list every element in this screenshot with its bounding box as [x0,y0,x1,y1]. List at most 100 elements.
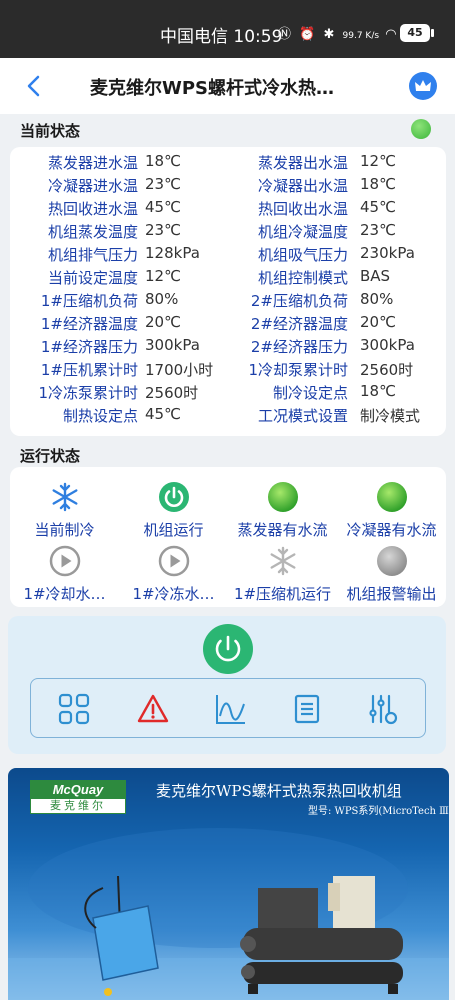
param-label: 热回收出水温 [257,200,348,218]
param-label: 机组控制模式 [257,269,348,287]
param-label: 1冷冻泵累计时 [38,384,138,402]
power-icon [215,635,241,662]
param-label: 2#经济器压力 [250,338,348,356]
alarm-icon: ⏰ [299,27,318,42]
param-value: 45℃ [360,198,396,216]
param-value: 80% [360,290,394,308]
param-row: 当前设定温度 12℃ 机组控制模式 BAS [10,267,446,290]
trend-chart-icon[interactable] [214,692,248,726]
net-speed: 99.7 K/s [342,31,380,41]
param-label: 机组蒸发温度 [47,223,138,241]
battery-icon: 45 [400,24,430,42]
param-row: 冷凝器进水温 23℃ 冷凝器出水温 18℃ [10,175,446,198]
param-label: 1#压机累计时 [40,361,138,379]
run-item-label: 当前制冷 [34,521,95,539]
param-row: 1#经济器温度 20℃ 2#经济器温度 20℃ [10,313,446,336]
run-item-label: 蒸发器有水流 [237,521,328,539]
warning-icon[interactable] [136,692,170,726]
param-row: 机组蒸发温度 23℃ 机组冷凝温度 23℃ [10,221,446,244]
param-value: 20℃ [145,313,181,331]
param-label: 1冷却泵累计时 [248,361,348,379]
param-value: 45℃ [145,405,181,423]
run-item-cooling-water-pump[interactable]: 1#冷却水… [10,545,119,609]
param-value: 制冷模式 [360,407,421,425]
param-label: 蒸发器出水温 [257,154,348,172]
param-row: 蒸发器进水温 18℃ 蒸发器出水温 12℃ [10,152,446,175]
run-item-evaporator-flow[interactable]: 蒸发器有水流 [228,481,337,545]
param-label: 当前设定温度 [47,269,138,287]
param-value: 128kPa [145,244,200,262]
param-label: 蒸发器进水温 [47,154,138,172]
param-value: 20℃ [360,313,396,331]
run-status-title: 运行状态 [20,447,81,465]
param-value: 18℃ [145,152,181,170]
run-item-compressor-running[interactable]: 1#压缩机运行 [228,545,337,609]
param-row: 1#经济器压力 300kPa 2#经济器压力 300kPa [10,336,446,359]
param-value: 12℃ [145,267,181,285]
param-label: 冷凝器进水温 [47,177,138,195]
param-label: 冷凝器出水温 [257,177,348,195]
online-status-indicator [411,119,431,139]
run-item-label: 冷凝器有水流 [346,521,437,539]
bluetooth-icon: ✱ [323,27,337,42]
param-row: 1冷冻泵累计时 2560时 制冷设定点 18℃ [10,382,446,405]
power-button[interactable] [203,624,253,674]
param-label: 制冷设定点 [272,384,348,402]
param-label: 1#经济器温度 [40,315,138,333]
page-title: 麦克维尔WPS螺杆式冷水热… [90,78,335,99]
param-value: BAS [360,267,391,285]
run-item-label: 机组报警输出 [346,585,437,603]
grid-icon[interactable] [57,692,91,726]
nfc-icon: Ⓝ [278,27,294,42]
parameter-panel: 蒸发器进水温 18℃ 蒸发器出水温 12℃ 冷凝器进水温 23℃ 冷凝器出水温 … [10,147,446,436]
param-value: 12℃ [360,152,396,170]
param-label: 机组冷凝温度 [257,223,348,241]
run-item-alarm-output[interactable]: 机组报警输出 [337,545,446,609]
param-label: 1#经济器压力 [40,338,138,356]
sliders-settings-icon[interactable] [366,692,400,726]
param-row: 制热设定点 45℃ 工况模式设置 制冷模式 [10,405,446,428]
document-icon[interactable] [290,692,324,726]
param-label: 机组吸气压力 [257,246,348,264]
param-row: 热回收进水温 45℃ 热回收出水温 45℃ [10,198,446,221]
battery-tip [431,29,434,37]
app-header: 麦克维尔WPS螺杆式冷水热… [0,58,455,114]
status-icons: Ⓝ ⏰ ✱ 99.7 K/s ◠ 5G [278,23,417,42]
run-item-chilled-water-pump[interactable]: 1#冷冻水… [119,545,228,609]
param-value: 230kPa [360,244,415,262]
param-label: 机组排气压力 [47,246,138,264]
param-row: 机组排气压力 128kPa 机组吸气压力 230kPa [10,244,446,267]
param-value: 80% [145,290,179,308]
run-item-label: 机组运行 [143,521,204,539]
run-item-condenser-flow[interactable]: 冷凝器有水流 [337,481,446,545]
chevron-left-icon[interactable] [22,74,46,98]
play-grey-icon [49,545,81,577]
param-value: 2560时 [360,361,414,379]
run-status-panel: 当前制冷 机组运行 蒸发器有水流 冷凝器有水流 1#冷却水… 1#冷冻水… 1#… [10,467,446,607]
param-value: 300kPa [145,336,200,354]
param-label: 热回收进水温 [47,200,138,218]
param-value: 18℃ [360,382,396,400]
run-item-cooling[interactable]: 当前制冷 [10,481,119,545]
param-label: 1#压缩机负荷 [40,292,138,310]
param-label: 工况模式设置 [257,407,348,425]
param-label: 2#经济器温度 [250,315,348,333]
green-light-icon [377,482,407,512]
run-item-label: 1#压缩机运行 [233,585,332,603]
param-label: 制热设定点 [62,407,138,425]
param-label: 2#压缩机负荷 [250,292,348,310]
param-value: 2560时 [145,384,199,402]
param-value: 45℃ [145,198,181,216]
green-light-icon [268,482,298,512]
param-row: 1#压缩机负荷 80% 2#压缩机负荷 80% [10,290,446,313]
run-item-label: 1#冷却水… [23,585,106,603]
grey-light-icon [377,546,407,576]
system-status-bar: 中国电信 10:59 Ⓝ ⏰ ✱ 99.7 K/s ◠ 5G 45 [0,0,455,58]
param-value: 1700小时 [145,361,214,379]
run-item-unit-running[interactable]: 机组运行 [119,481,228,545]
carrier-time: 中国电信 10:59 [160,27,283,47]
param-value: 23℃ [145,221,181,239]
crown-icon[interactable] [409,72,437,100]
wifi-icon: ◠ [385,27,399,42]
current-status-title: 当前状态 [20,122,81,140]
